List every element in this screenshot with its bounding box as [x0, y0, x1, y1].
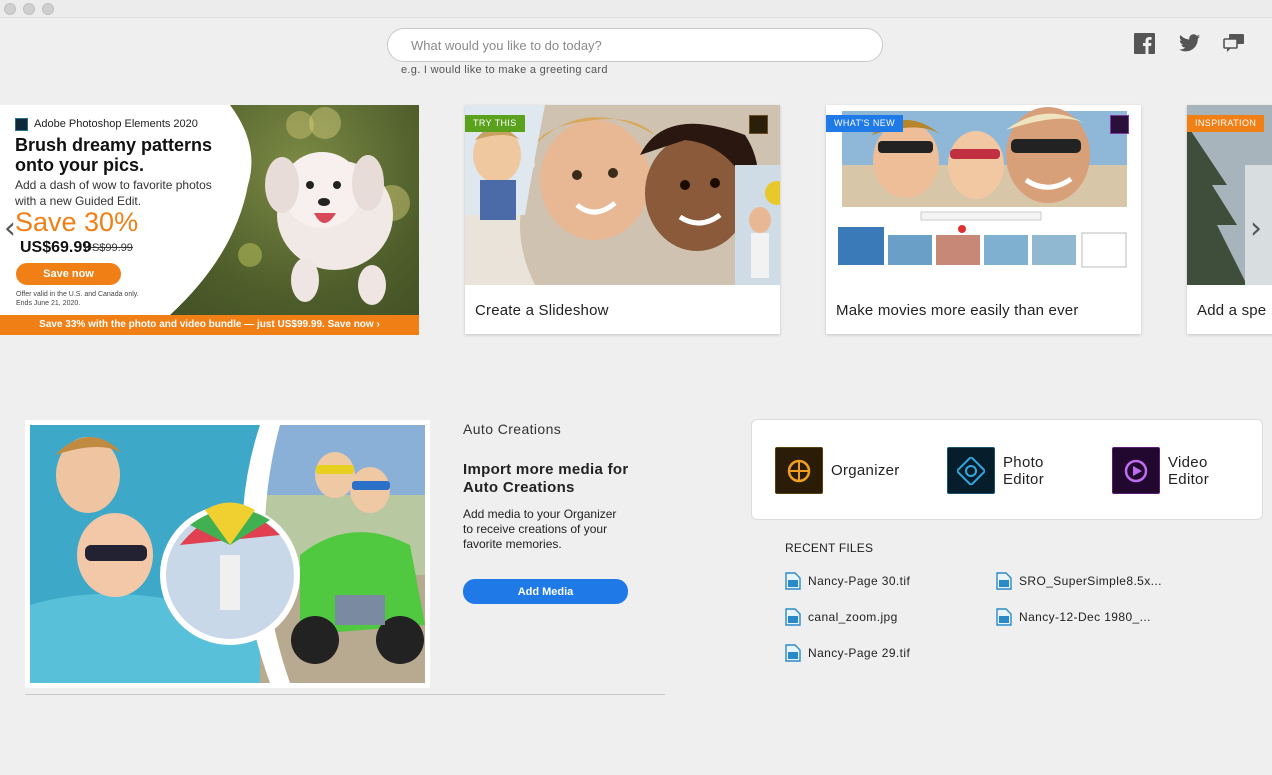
- feedback-icon[interactable]: [1223, 32, 1245, 54]
- auto-creation-collage[interactable]: [25, 420, 430, 688]
- photo-editor-label: Photo Editor: [1003, 453, 1044, 488]
- recent-file-name: Nancy-12-Dec 1980_...: [1019, 610, 1151, 624]
- close-window-button[interactable]: [4, 3, 16, 15]
- image-file-icon: [785, 608, 801, 626]
- recent-file-item[interactable]: SRO_SuperSimple8.5x...: [996, 572, 1162, 590]
- twitter-icon[interactable]: [1178, 32, 1200, 54]
- search-hint: e.g. I would like to make a greeting car…: [401, 64, 608, 76]
- promo-old-price: US$99.99: [84, 242, 133, 254]
- organizer-icon: [775, 447, 823, 494]
- recent-files-heading: RECENT FILES: [785, 541, 874, 555]
- card-title: Create a Slideshow: [475, 302, 609, 319]
- auto-creations-title: Auto Creations: [463, 421, 562, 437]
- promo-subtext: Add a dash of wow to favorite photos wit…: [15, 178, 212, 208]
- card-create-slideshow[interactable]: TRY THIS Create a Slideshow: [465, 105, 780, 334]
- card-badge: INSPIRATION: [1187, 115, 1265, 132]
- add-media-button[interactable]: Add Media: [463, 579, 628, 604]
- card-badge: WHAT'S NEW: [826, 115, 904, 132]
- premiere-elements-icon: [1110, 115, 1129, 134]
- app-launcher-panel: Organizer Photo Editor Video Editor: [751, 419, 1263, 520]
- carousel-next-arrow-icon[interactable]: ›: [1250, 214, 1262, 244]
- recent-file-name: Nancy-Page 29.tif: [808, 646, 911, 660]
- video-editor-icon: [1112, 447, 1160, 494]
- promo-discount: Save 30%: [15, 207, 139, 237]
- slideshow-preview-image: [465, 105, 780, 285]
- movie-editor-preview-image: [826, 105, 1141, 285]
- card-badge: TRY THIS: [465, 115, 525, 132]
- save-now-button[interactable]: Save now: [16, 263, 121, 285]
- organizer-label: Organizer: [831, 462, 900, 479]
- card-title: Make movies more easily than ever: [836, 302, 1079, 319]
- image-file-icon: [996, 608, 1012, 626]
- recent-file-item[interactable]: Nancy-Page 29.tif: [785, 644, 910, 662]
- organizer-button[interactable]: Organizer: [775, 447, 900, 494]
- carousel-prev-arrow-icon[interactable]: ‹: [4, 214, 16, 244]
- video-editor-button[interactable]: Video Editor: [1112, 447, 1209, 494]
- card-make-movies[interactable]: WHAT'S NEW Make movies more easily than …: [826, 105, 1141, 334]
- recent-file-item[interactable]: Nancy-Page 30.tif: [785, 572, 910, 590]
- recent-file-name: canal_zoom.jpg: [808, 610, 898, 624]
- inspiration-preview-image: [1187, 105, 1272, 285]
- photoshop-elements-logo: [15, 118, 28, 131]
- facebook-icon[interactable]: [1133, 32, 1155, 54]
- recent-file-name: SRO_SuperSimple8.5x...: [1019, 574, 1162, 588]
- photo-editor-button[interactable]: Photo Editor: [947, 447, 1044, 494]
- promo-price: US$69.99: [20, 239, 92, 256]
- recent-file-item[interactable]: canal_zoom.jpg: [785, 608, 898, 626]
- auto-creations-description: Add media to your Organizer to receive c…: [463, 507, 617, 551]
- image-file-icon: [996, 572, 1012, 590]
- promo-fine-print: Offer valid in the U.S. and Canada only.…: [16, 291, 139, 307]
- video-editor-label: Video Editor: [1168, 453, 1209, 488]
- card-title: Add a spe: [1197, 302, 1267, 319]
- section-divider: [25, 694, 665, 695]
- promo-banner[interactable]: Adobe Photoshop Elements 2020 Brush drea…: [0, 105, 419, 335]
- image-file-icon: [785, 572, 801, 590]
- recent-file-item[interactable]: Nancy-12-Dec 1980_...: [996, 608, 1151, 626]
- bundle-offer-bar[interactable]: Save 33% with the photo and video bundle…: [0, 315, 419, 335]
- photo-editor-icon: [947, 447, 995, 494]
- window-title-bar: [0, 0, 1272, 18]
- recent-file-name: Nancy-Page 30.tif: [808, 574, 911, 588]
- zoom-window-button[interactable]: [42, 3, 54, 15]
- minimize-window-button[interactable]: [23, 3, 35, 15]
- photoshop-elements-icon: [749, 115, 768, 134]
- search-input[interactable]: [387, 28, 883, 62]
- auto-creations-heading: Import more media for Auto Creations: [463, 461, 629, 496]
- promo-headline: Brush dreamy patterns onto your pics.: [15, 135, 213, 175]
- promo-product-name: Adobe Photoshop Elements 2020: [34, 118, 198, 130]
- image-file-icon: [785, 644, 801, 662]
